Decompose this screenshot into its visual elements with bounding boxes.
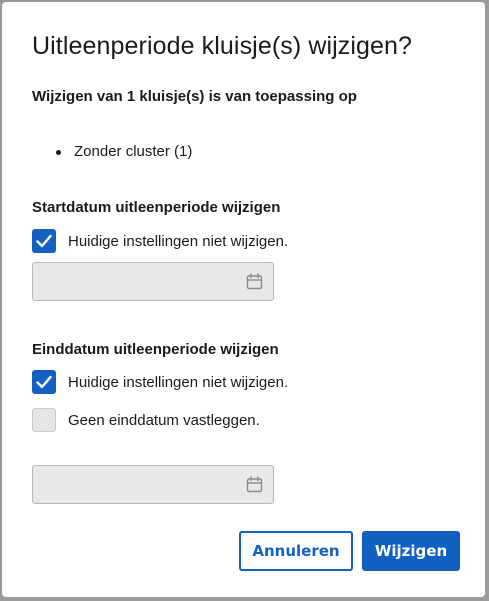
no-end-date-checkbox[interactable] — [32, 408, 56, 432]
list-item: Zonder cluster (1) — [54, 143, 192, 160]
start-keep-current-checkbox[interactable] — [32, 229, 56, 253]
dialog-title: Uitleenperiode kluisje(s) wijzigen? — [32, 32, 413, 60]
calendar-icon[interactable] — [246, 273, 263, 290]
start-keep-current-label: Huidige instellingen niet wijzigen. — [68, 232, 289, 250]
end-keep-current-label: Huidige instellingen niet wijzigen. — [68, 373, 289, 391]
end-date-section-label: Einddatum uitleenperiode wijzigen — [32, 341, 279, 358]
no-end-date-row[interactable]: Geen einddatum vastleggen. — [32, 407, 260, 433]
checkmark-icon — [36, 234, 52, 248]
end-date-input[interactable] — [32, 465, 274, 504]
calendar-icon[interactable] — [246, 476, 263, 493]
submit-button[interactable]: Wijzigen — [362, 531, 460, 571]
end-keep-current-row[interactable]: Huidige instellingen niet wijzigen. — [32, 369, 288, 395]
cluster-list: Zonder cluster (1) — [54, 143, 192, 160]
start-date-section-label: Startdatum uitleenperiode wijzigen — [32, 199, 281, 216]
no-end-date-label: Geen einddatum vastleggen. — [68, 411, 260, 429]
end-keep-current-checkbox[interactable] — [32, 370, 56, 394]
start-date-input[interactable] — [32, 262, 274, 301]
checkmark-icon — [36, 375, 52, 389]
change-loan-period-dialog: Uitleenperiode kluisje(s) wijzigen? Wijz… — [2, 2, 485, 597]
start-keep-current-row[interactable]: Huidige instellingen niet wijzigen. — [32, 228, 288, 254]
applies-to-text: Wijzigen van 1 kluisje(s) is van toepass… — [32, 88, 357, 105]
cancel-button[interactable]: Annuleren — [239, 531, 353, 571]
